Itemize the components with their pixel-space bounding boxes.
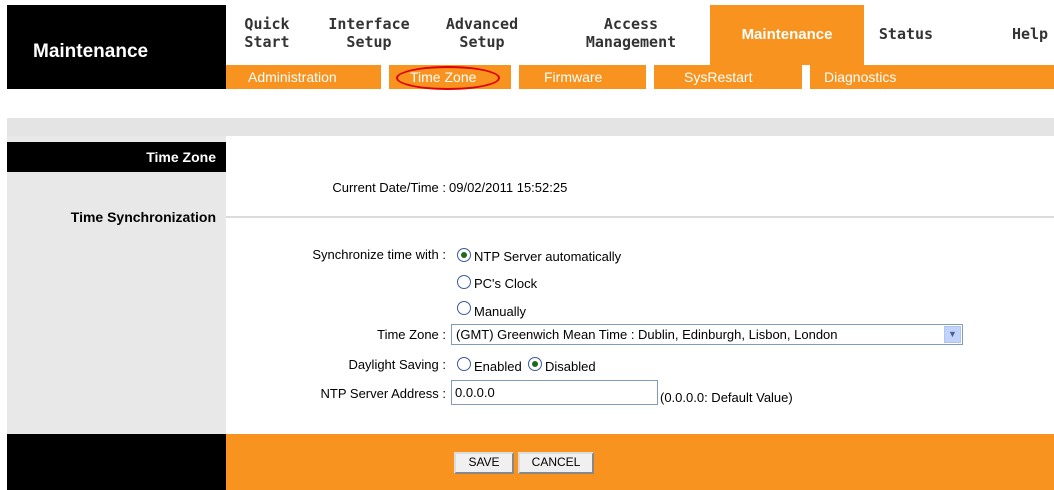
timezone-select[interactable]: (GMT) Greenwich Mean Time : Dublin, Edin… [451,324,963,345]
nav-quick-start-line2: Start [244,33,290,51]
daylight-enabled-radio[interactable] [457,357,471,371]
sync-pc-label: PC's Clock [474,276,538,291]
subnav-divider [381,65,389,89]
section-time-sync-label: Time Synchronization [70,209,216,225]
brand-title: Maintenance [33,41,149,62]
nav-interface-setup-line1: Interface [328,15,410,33]
cancel-button[interactable]: CANCEL [518,452,594,474]
nav-help[interactable]: Help [1006,25,1054,43]
nav-maintenance[interactable]: Maintenance [710,5,864,65]
section-time-sync: Time Synchronization [7,207,226,229]
nav-access-management-line2: Management [585,33,677,51]
subnav-divider [511,65,519,89]
nav-interface-setup-line2: Setup [346,33,392,51]
section-divider [226,216,1054,218]
main-nav: Quick Start Interface Setup Advanced Set… [226,5,1054,65]
subnav-divider [646,65,654,89]
chevron-down-icon[interactable]: ▼ [944,326,961,343]
sync-manual-radio[interactable] [457,301,471,315]
daylight-label: Daylight Saving : [348,357,446,372]
save-button[interactable]: SAVE [454,452,514,474]
ntp-server-value: 0.0.0.0 [455,385,495,400]
current-time-value: 09/02/2011 15:52:25 [449,180,568,195]
footer-left [7,434,226,490]
highlight-ellipse [396,66,500,90]
sync-pc-radio[interactable] [457,275,471,289]
ntp-label: NTP Server Address : [320,386,446,401]
sync-ntp-radio[interactable] [457,248,471,262]
nav-interface-setup[interactable]: Interface Setup [326,15,412,51]
subnav-firmware[interactable]: Firmware [544,69,602,85]
footer-bar [226,434,1054,490]
nav-advanced-setup[interactable]: Advanced Setup [444,15,520,51]
nav-advanced-setup-line2: Setup [459,33,505,51]
ntp-hint: (0.0.0.0: Default Value) [660,390,793,405]
daylight-disabled-label: Disabled [545,359,596,374]
current-time-label: Current Date/Time : [332,180,446,195]
page-brand: Maintenance [7,5,226,89]
divider-bar [7,118,1054,136]
nav-quick-start-line1: Quick [244,15,290,33]
sub-nav: Administration Time Zone Firmware SysRes… [226,65,1054,89]
nav-quick-start[interactable]: Quick Start [242,15,292,51]
timezone-select-value: (GMT) Greenwich Mean Time : Dublin, Edin… [456,327,838,342]
subnav-diagnostics[interactable]: Diagnostics [824,69,896,85]
section-time-zone-label: Time Zone [146,149,216,165]
section-time-zone: Time Zone [7,142,226,172]
nav-advanced-setup-line1: Advanced [445,15,519,33]
subnav-administration[interactable]: Administration [248,69,337,85]
nav-access-management-line1: Access [603,15,659,33]
daylight-enabled-label: Enabled [474,359,522,374]
left-column [7,136,226,434]
daylight-disabled-radio[interactable] [528,357,542,371]
nav-status[interactable]: Status [866,25,946,43]
sync-manual-label: Manually [474,304,527,319]
subnav-divider [802,65,810,89]
sync-ntp-label: NTP Server automatically [474,249,622,264]
sync-label: Synchronize time with : [312,247,446,262]
subnav-sysrestart[interactable]: SysRestart [684,69,752,85]
ntp-server-input[interactable]: 0.0.0.0 [451,380,658,405]
timezone-label: Time Zone : [377,327,446,342]
nav-access-management[interactable]: Access Management [566,15,696,51]
